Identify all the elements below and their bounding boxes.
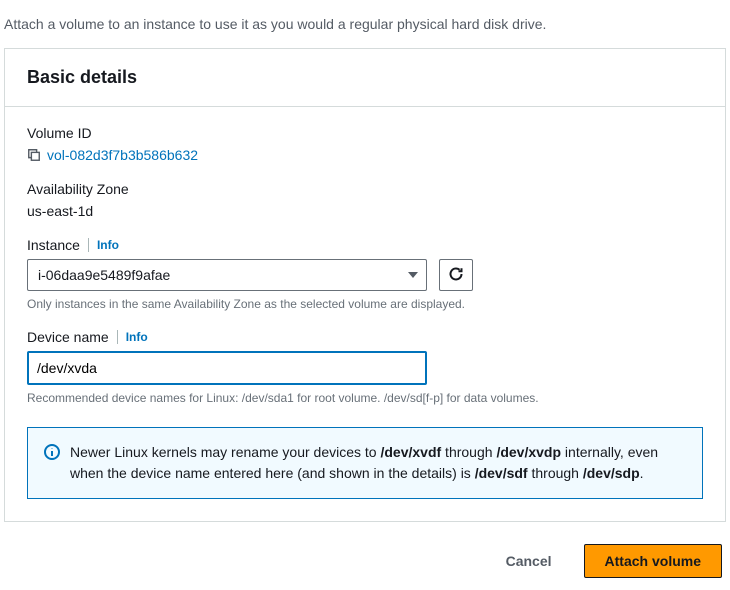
volume-id-link[interactable]: vol-082d3f7b3b586b632: [47, 147, 198, 163]
instance-field: Instance Info i-06daa9e5489f9afae: [27, 237, 703, 311]
volume-id-label: Volume ID: [27, 125, 703, 141]
availability-zone-value: us-east-1d: [27, 203, 703, 219]
info-icon: [44, 444, 60, 484]
instance-help-text: Only instances in the same Availability …: [27, 297, 703, 311]
kernel-info-box: Newer Linux kernels may rename your devi…: [27, 427, 703, 499]
device-name-field: Device name Info Recommended device name…: [27, 329, 703, 405]
card-header: Basic details: [5, 49, 725, 107]
label-separator: [88, 238, 89, 252]
page-description: Attach a volume to an instance to use it…: [0, 0, 730, 48]
availability-zone-field: Availability Zone us-east-1d: [27, 181, 703, 219]
instance-select[interactable]: i-06daa9e5489f9afae: [27, 259, 427, 291]
label-separator: [117, 330, 118, 344]
device-name-input[interactable]: [27, 351, 427, 385]
cancel-button[interactable]: Cancel: [488, 545, 570, 577]
footer-actions: Cancel Attach volume: [0, 522, 730, 590]
basic-details-card: Basic details Volume ID vol-082d3f7b3b58…: [4, 48, 726, 522]
volume-id-field: Volume ID vol-082d3f7b3b586b632: [27, 125, 703, 163]
card-body: Volume ID vol-082d3f7b3b586b632 Availabi…: [5, 107, 725, 521]
device-name-help-text: Recommended device names for Linux: /dev…: [27, 391, 703, 405]
kernel-info-text: Newer Linux kernels may rename your devi…: [70, 442, 686, 484]
attach-volume-button[interactable]: Attach volume: [584, 544, 722, 578]
refresh-icon: [448, 266, 464, 285]
chevron-down-icon: [408, 267, 418, 283]
instance-label: Instance: [27, 237, 80, 253]
copy-icon[interactable]: [27, 148, 41, 162]
instance-selected-value: i-06daa9e5489f9afae: [38, 267, 170, 283]
refresh-button[interactable]: [439, 259, 473, 291]
card-title: Basic details: [27, 67, 703, 88]
availability-zone-label: Availability Zone: [27, 181, 703, 197]
instance-info-link[interactable]: Info: [97, 238, 119, 252]
device-name-info-link[interactable]: Info: [126, 330, 148, 344]
device-name-label: Device name: [27, 329, 109, 345]
